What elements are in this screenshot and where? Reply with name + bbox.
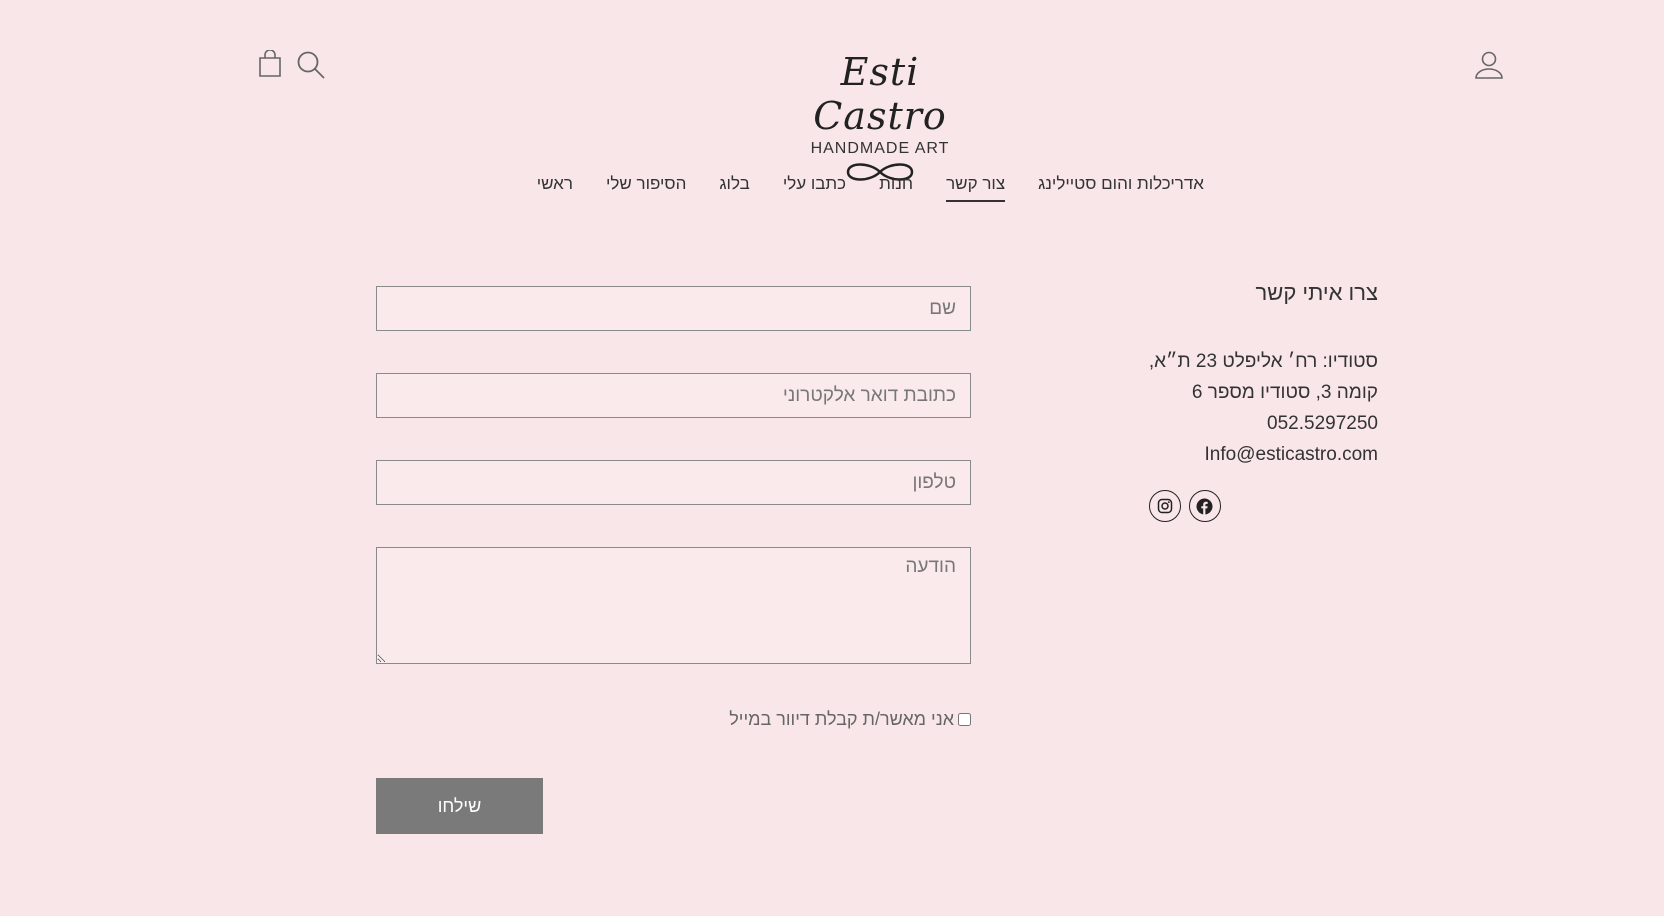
social-links — [1148, 490, 1378, 522]
submit-button[interactable]: שילחו — [376, 778, 543, 834]
site-logo[interactable]: Esti Castro HANDMADE ART — [790, 50, 970, 181]
contact-form: אני מאשר/ת קבלת דיוור במייל — [376, 286, 971, 730]
nav-item-shop[interactable]: חנות — [879, 174, 913, 202]
nav-item-home[interactable]: ראשי — [537, 174, 573, 202]
phone-number[interactable]: 052.5297250 — [1149, 408, 1378, 439]
instagram-icon[interactable] — [1148, 490, 1181, 522]
contact-heading: צרו איתי קשר — [1255, 280, 1378, 305]
logo-title: Esti Castro — [813, 50, 947, 138]
nav-item-press[interactable]: כתבו עלי — [783, 174, 846, 202]
consent-label: אני מאשר/ת קבלת דיוור במייל — [729, 709, 954, 729]
facebook-icon[interactable] — [1188, 490, 1221, 522]
nav-item-my-story[interactable]: הסיפור שלי — [606, 174, 686, 202]
phone-field[interactable] — [376, 460, 971, 505]
search-icon[interactable] — [296, 50, 326, 80]
email-field[interactable] — [376, 373, 971, 418]
main-nav: ראשי הסיפור שלי בלוג כתבו עלי חנות צור ק… — [537, 174, 1204, 202]
newsletter-consent[interactable]: אני מאשר/ת קבלת דיוור במייל — [376, 709, 971, 730]
logo-subtitle: HANDMADE ART — [810, 140, 950, 157]
nav-item-architecture[interactable]: אדריכלות והום סטיילינג — [1038, 174, 1204, 202]
email-address[interactable]: Info@esticastro.com — [1149, 439, 1378, 470]
account-icon[interactable] — [1474, 50, 1504, 80]
name-field[interactable] — [376, 286, 971, 331]
cart-icon[interactable] — [258, 50, 282, 78]
consent-checkbox[interactable] — [958, 713, 971, 726]
site-header: Esti Castro HANDMADE ART ראשי הסיפור שלי… — [0, 0, 1664, 230]
nav-item-blog[interactable]: בלוג — [719, 174, 749, 202]
address-line-1: סטודיו: רח׳ אליפלט 23 ת״א, — [1148, 351, 1378, 372]
address-line-2: קומה 3, סטודיו מספר 6 — [1191, 382, 1378, 403]
contact-info: צרו איתי קשר סטודיו: רח׳ אליפלט 23 ת״א, … — [1148, 280, 1378, 522]
message-field[interactable] — [376, 547, 971, 664]
nav-item-contact[interactable]: צור קשר — [946, 174, 1006, 202]
